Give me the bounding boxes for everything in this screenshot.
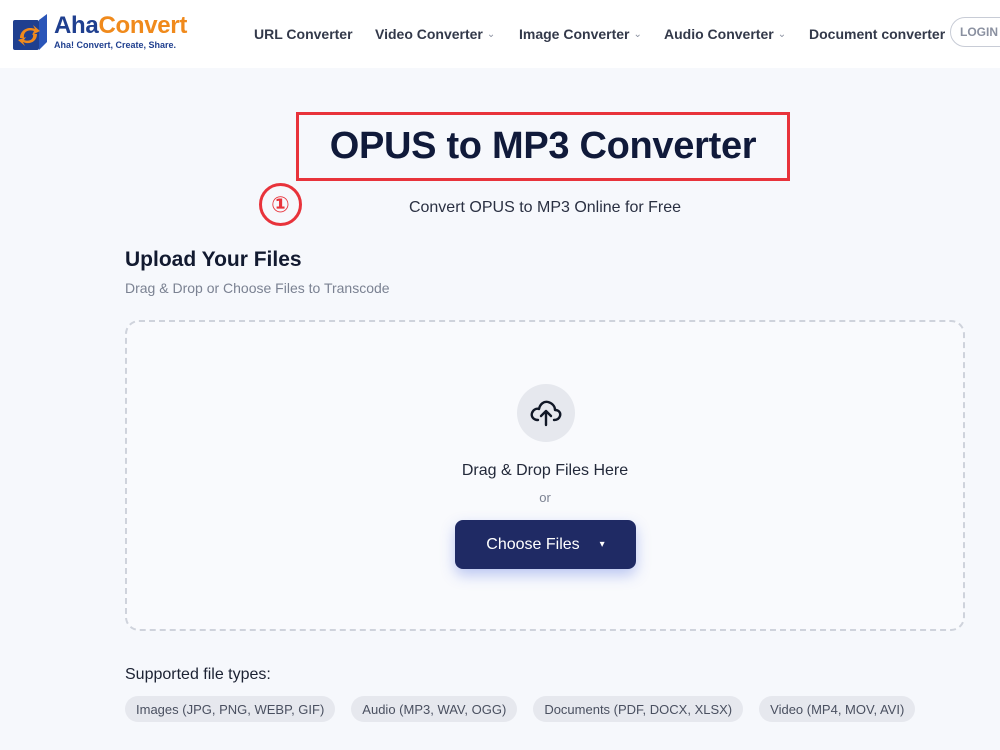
login-button[interactable]: LOGIN <box>950 17 1000 47</box>
upload-subheading: Drag & Drop or Choose Files to Transcode <box>125 280 390 296</box>
nav-url-converter[interactable]: URL Converter <box>254 26 353 42</box>
chevron-down-icon: ⌄ <box>777 28 787 40</box>
title-highlight-box: OPUS to MP3 Converter <box>296 112 790 181</box>
nav-image-converter[interactable]: Image Converter ⌄ <box>519 26 642 42</box>
page-subtitle: Convert OPUS to MP3 Online for Free <box>408 199 682 216</box>
logo-name: AhaConvert <box>54 12 188 39</box>
nav-audio-converter[interactable]: Audio Converter ⌄ <box>664 26 786 42</box>
upload-heading: Upload Your Files <box>125 248 302 271</box>
or-divider-text: or <box>539 490 551 505</box>
nav-item-label: Video Converter <box>375 26 483 42</box>
page-title: OPUS to MP3 Converter <box>329 125 757 167</box>
drop-instruction: Drag & Drop Files Here <box>461 462 629 479</box>
chevron-down-icon: ⌄ <box>633 28 642 40</box>
file-dropzone[interactable]: Drag & Drop Files Here or Choose Files ▾ <box>125 320 965 631</box>
site-logo[interactable]: AhaConvert Aha! Convert, Create, Share. <box>10 12 187 52</box>
site-header: AhaConvert Aha! Convert, Create, Share. … <box>0 0 1000 68</box>
file-type-chip: Documents (PDF, DOCX, XLSX) <box>533 696 744 722</box>
logo-icon <box>10 12 50 52</box>
nav-item-label: Audio Converter <box>664 26 774 42</box>
chevron-down-icon: ⌄ <box>486 28 496 40</box>
nav-video-converter[interactable]: Video Converter ⌄ <box>375 26 495 42</box>
choose-files-label: Choose Files <box>486 535 580 553</box>
file-type-chip: Images (JPG, PNG, WEBP, GIF) <box>125 696 336 722</box>
choose-files-button[interactable]: Choose Files ▾ <box>455 520 636 569</box>
supported-types-label: Supported file types: <box>125 666 271 683</box>
nav-item-label: Image Converter <box>519 26 630 42</box>
cloud-upload-icon <box>517 384 575 442</box>
nav-item-label: Document converter <box>809 26 946 42</box>
caret-down-icon: ▾ <box>599 539 605 550</box>
file-type-chip: Audio (MP3, WAV, OGG) <box>351 696 518 722</box>
file-type-chip: Video (MP4, MOV, AVI) <box>759 696 916 722</box>
nav-item-label: URL Converter <box>254 26 353 42</box>
nav-document-converter[interactable]: Document converter <box>809 26 945 42</box>
logo-tagline: Aha! Convert, Create, Share. <box>54 40 177 50</box>
supported-types-list: Images (JPG, PNG, WEBP, GIF) Audio (MP3,… <box>125 696 931 722</box>
